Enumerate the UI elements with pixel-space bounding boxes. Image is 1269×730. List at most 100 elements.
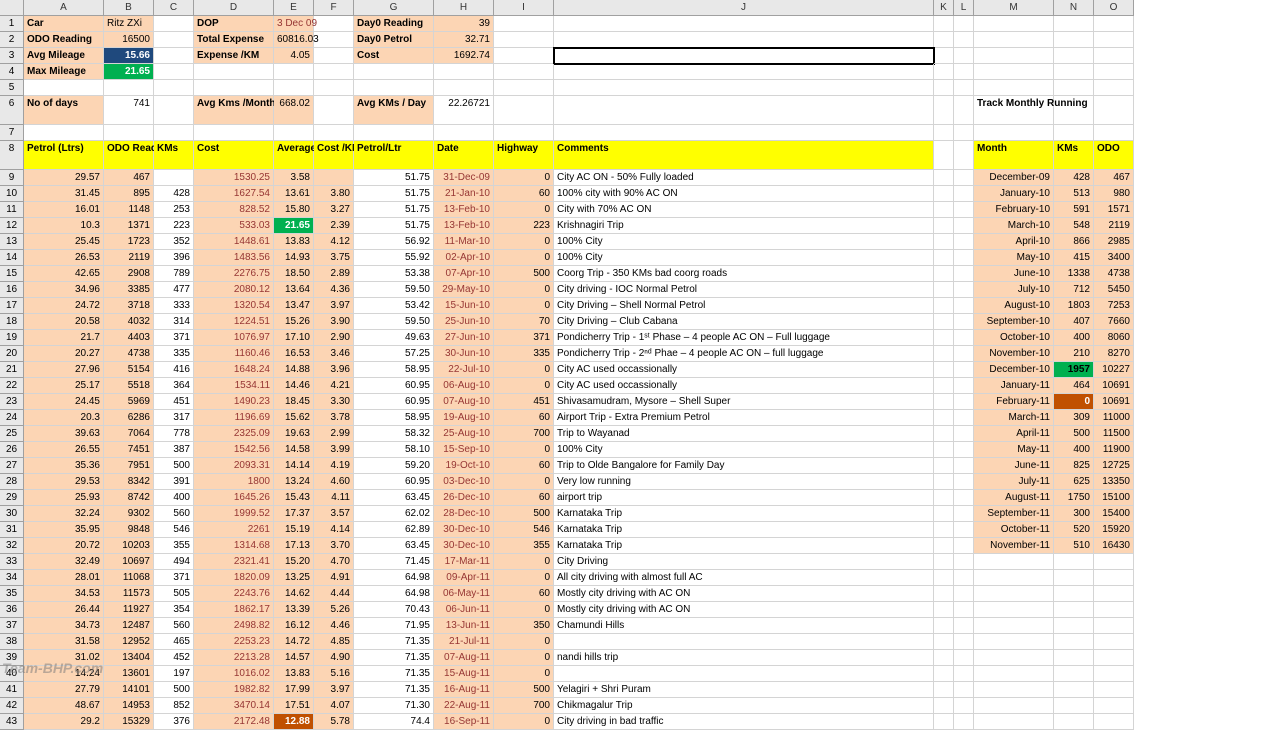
cell-B3[interactable]: 15.66 xyxy=(104,48,154,64)
col-header[interactable]: H xyxy=(434,0,494,16)
cell-G21[interactable]: 58.95 xyxy=(354,362,434,378)
cell-G38[interactable]: 71.35 xyxy=(354,634,434,650)
cell-G41[interactable]: 71.35 xyxy=(354,682,434,698)
cell-M27[interactable]: June-11 xyxy=(974,458,1054,474)
cell-G32[interactable]: 63.45 xyxy=(354,538,434,554)
cell-J22[interactable]: City AC used occassionally xyxy=(554,378,934,394)
cell-C16[interactable]: 477 xyxy=(154,282,194,298)
cell-C35[interactable]: 505 xyxy=(154,586,194,602)
cell-K18[interactable] xyxy=(934,314,954,330)
cell-H2[interactable]: 32.71 xyxy=(434,32,494,48)
cell-O42[interactable] xyxy=(1094,698,1134,714)
cell-D5[interactable] xyxy=(194,80,274,96)
cell-D6[interactable]: Avg Kms /Month xyxy=(194,96,274,125)
cell-A13[interactable]: 25.45 xyxy=(24,234,104,250)
cell-O19[interactable]: 8060 xyxy=(1094,330,1134,346)
cell-G20[interactable]: 57.25 xyxy=(354,346,434,362)
cell-F2[interactable] xyxy=(314,32,354,48)
cell-K36[interactable] xyxy=(934,602,954,618)
cell-H40[interactable]: 15-Aug-11 xyxy=(434,666,494,682)
cell-I28[interactable]: 0 xyxy=(494,474,554,490)
cell-A18[interactable]: 20.58 xyxy=(24,314,104,330)
cell-M19[interactable]: October-10 xyxy=(974,330,1054,346)
cell-K32[interactable] xyxy=(934,538,954,554)
cell-O2[interactable] xyxy=(1094,32,1134,48)
cell-F15[interactable]: 2.89 xyxy=(314,266,354,282)
cell-H34[interactable]: 09-Apr-11 xyxy=(434,570,494,586)
cell-N4[interactable] xyxy=(1054,64,1094,80)
cell-N11[interactable]: 591 xyxy=(1054,202,1094,218)
cell-L6[interactable] xyxy=(954,96,974,125)
cell-M25[interactable]: April-11 xyxy=(974,426,1054,442)
cell-B15[interactable]: 2908 xyxy=(104,266,154,282)
row-header[interactable]: 5 xyxy=(0,80,24,96)
cell-O43[interactable] xyxy=(1094,714,1134,730)
cell-H3[interactable]: 1692.74 xyxy=(434,48,494,64)
cell-L41[interactable] xyxy=(954,682,974,698)
cell-G36[interactable]: 70.43 xyxy=(354,602,434,618)
cell-O13[interactable]: 2985 xyxy=(1094,234,1134,250)
cell-N38[interactable] xyxy=(1054,634,1094,650)
cell-K12[interactable] xyxy=(934,218,954,234)
cell-H17[interactable]: 15-Jun-10 xyxy=(434,298,494,314)
cell-I4[interactable] xyxy=(494,64,554,80)
cell-N40[interactable] xyxy=(1054,666,1094,682)
cell-G3[interactable]: Cost xyxy=(354,48,434,64)
cell-I21[interactable]: 0 xyxy=(494,362,554,378)
cell-N32[interactable]: 510 xyxy=(1054,538,1094,554)
cell-J5[interactable] xyxy=(554,80,934,96)
cell-I37[interactable]: 350 xyxy=(494,618,554,634)
cell-D27[interactable]: 2093.31 xyxy=(194,458,274,474)
cell-B39[interactable]: 13404 xyxy=(104,650,154,666)
cell-N14[interactable]: 415 xyxy=(1054,250,1094,266)
cell-H31[interactable]: 30-Dec-10 xyxy=(434,522,494,538)
cell-I30[interactable]: 500 xyxy=(494,506,554,522)
cell-B18[interactable]: 4032 xyxy=(104,314,154,330)
cell-F4[interactable] xyxy=(314,64,354,80)
cell-E33[interactable]: 15.20 xyxy=(274,554,314,570)
cell-B42[interactable]: 14953 xyxy=(104,698,154,714)
cell-I17[interactable]: 0 xyxy=(494,298,554,314)
row-header[interactable]: 43 xyxy=(0,714,24,730)
cell-J29[interactable]: airport trip xyxy=(554,490,934,506)
cell-B19[interactable]: 4403 xyxy=(104,330,154,346)
cell-N17[interactable]: 1803 xyxy=(1054,298,1094,314)
cell-A34[interactable]: 28.01 xyxy=(24,570,104,586)
cell-L33[interactable] xyxy=(954,554,974,570)
cell-M42[interactable] xyxy=(974,698,1054,714)
cell-D11[interactable]: 828.52 xyxy=(194,202,274,218)
row-header[interactable]: 8 xyxy=(0,141,24,170)
cell-G1[interactable]: Day0 Reading xyxy=(354,16,434,32)
cell-H37[interactable]: 13-Jun-11 xyxy=(434,618,494,634)
cell-I32[interactable]: 355 xyxy=(494,538,554,554)
cell-L2[interactable] xyxy=(954,32,974,48)
cell-M22[interactable]: January-11 xyxy=(974,378,1054,394)
cell-O5[interactable] xyxy=(1094,80,1134,96)
cell-D38[interactable]: 2253.23 xyxy=(194,634,274,650)
cell-J11[interactable]: City with 70% AC ON xyxy=(554,202,934,218)
cell-E24[interactable]: 15.62 xyxy=(274,410,314,426)
row-header[interactable]: 25 xyxy=(0,426,24,442)
spreadsheet-grid[interactable]: ABCDEFGHIJKLMNO1CarRitz ZXiDOP3 Dec 09Da… xyxy=(0,0,1269,730)
cell-A20[interactable]: 20.27 xyxy=(24,346,104,362)
cell-H43[interactable]: 16-Sep-11 xyxy=(434,714,494,730)
cell-E10[interactable]: 13.61 xyxy=(274,186,314,202)
cell-E15[interactable]: 18.50 xyxy=(274,266,314,282)
cell-I36[interactable]: 0 xyxy=(494,602,554,618)
cell-K40[interactable] xyxy=(934,666,954,682)
cell-D30[interactable]: 1999.52 xyxy=(194,506,274,522)
cell-B33[interactable]: 10697 xyxy=(104,554,154,570)
cell-E29[interactable]: 15.43 xyxy=(274,490,314,506)
cell-M11[interactable]: February-10 xyxy=(974,202,1054,218)
cell-G34[interactable]: 64.98 xyxy=(354,570,434,586)
cell-E43[interactable]: 12.88 xyxy=(274,714,314,730)
cell-F5[interactable] xyxy=(314,80,354,96)
cell-E19[interactable]: 17.10 xyxy=(274,330,314,346)
cell-C15[interactable]: 789 xyxy=(154,266,194,282)
cell-I3[interactable] xyxy=(494,48,554,64)
cell-D24[interactable]: 1196.69 xyxy=(194,410,274,426)
row-header[interactable]: 11 xyxy=(0,202,24,218)
cell-H39[interactable]: 07-Aug-11 xyxy=(434,650,494,666)
cell-E3[interactable]: 4.05 xyxy=(274,48,314,64)
cell-A23[interactable]: 24.45 xyxy=(24,394,104,410)
